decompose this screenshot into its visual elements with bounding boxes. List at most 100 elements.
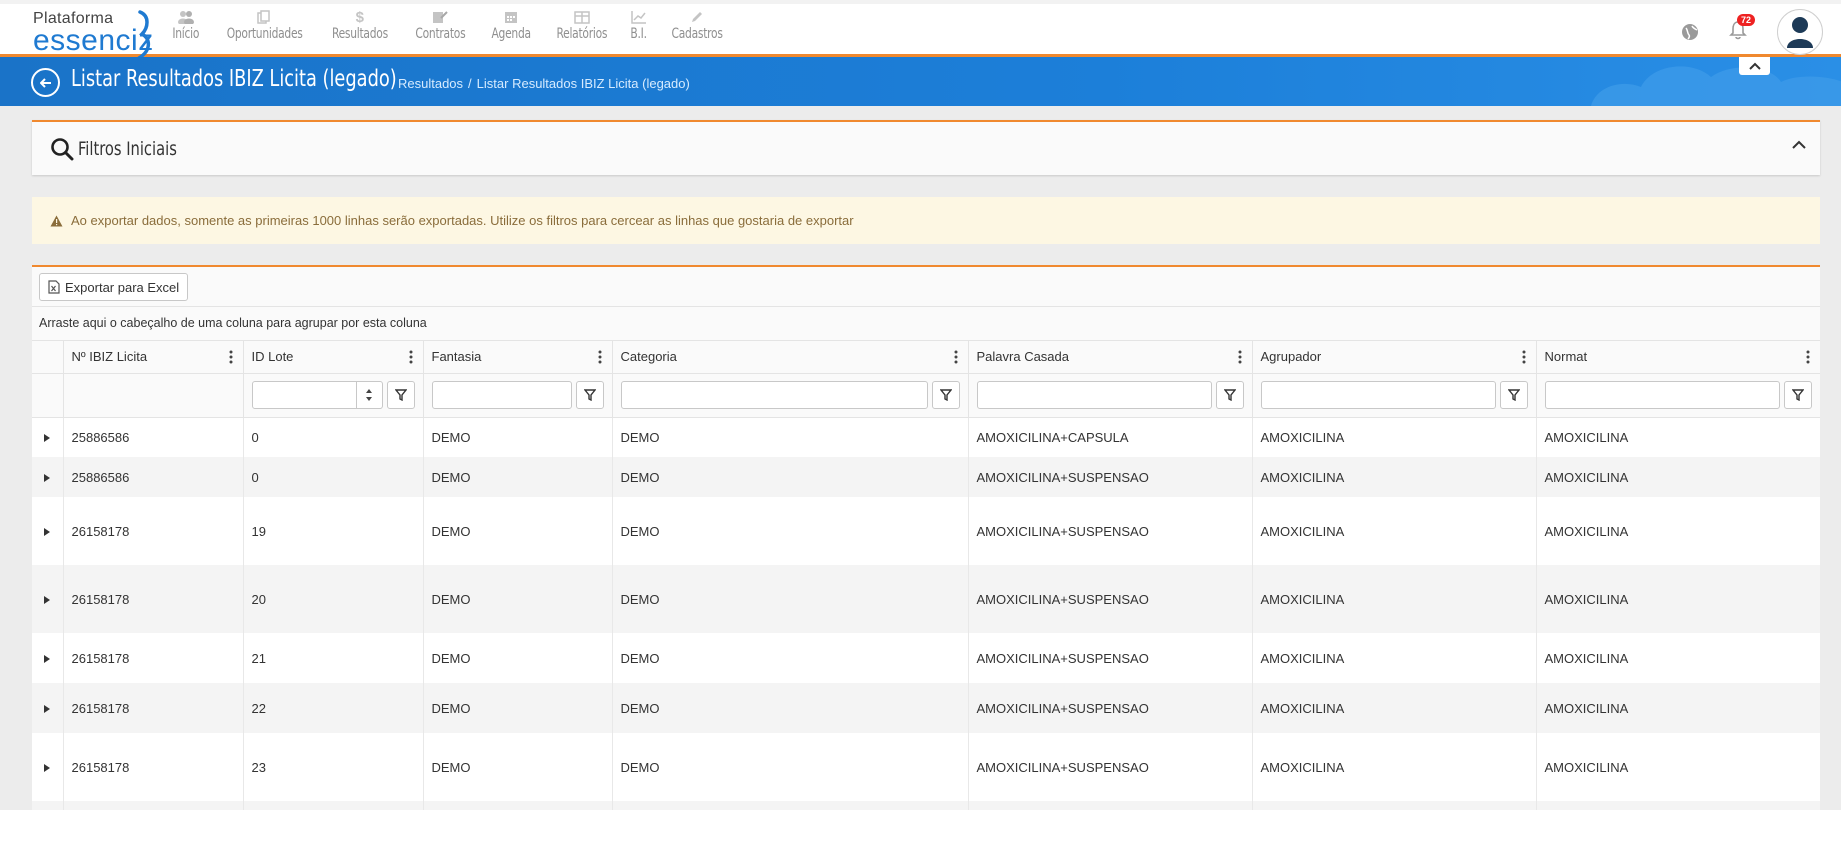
nav-item-oportunidades[interactable]: Oportunidades <box>220 8 309 42</box>
table-row[interactable]: 26158178 19 DEMO DEMO AMOXICILINA+SUSPENSAO A… <box>32 497 1820 565</box>
table-cell: AMOXICILINA <box>1252 417 1537 457</box>
number-spinner[interactable] <box>355 382 382 408</box>
table-cell: 23 <box>243 733 424 801</box>
table-row[interactable]: 25886586 0 DEMO DEMO AMOXICILINA+CAPSULA AMOX… <box>32 417 1820 457</box>
agrupador-filter-input[interactable] <box>1260 381 1496 409</box>
nav-label: Relatórios <box>556 26 608 42</box>
table-cell: DEMO <box>423 457 613 497</box>
palavra-casada-filter-input[interactable] <box>976 381 1212 409</box>
filter-button[interactable] <box>931 381 960 409</box>
table-row[interactable]: 26158178 23 DEMO DEMO AMOXICILINA+SUSPENSAO A… <box>32 733 1820 801</box>
nav-item-relatorios[interactable]: Relatórios <box>552 8 612 42</box>
filter-icon <box>583 389 596 401</box>
users-icon <box>177 11 194 24</box>
page-title: Listar Resultados IBIZ Licita (legado) <box>71 66 397 92</box>
table-cell: DEMO <box>423 683 613 733</box>
nav-item-cadastros[interactable]: Cadastros <box>667 8 727 42</box>
id-lote-filter-input[interactable] <box>251 381 383 409</box>
nav-item-contratos[interactable]: Contratos <box>411 8 470 42</box>
table-cell: AMOXICILINA+SUSPENSAO <box>968 457 1253 497</box>
nav-item-inicio[interactable]: Início <box>170 8 202 42</box>
fantasia-filter-input[interactable] <box>431 381 572 409</box>
column-header[interactable]: Palavra Casada <box>968 341 1253 374</box>
column-header-label: ID Lote <box>251 349 294 365</box>
filter-button[interactable] <box>1783 381 1812 409</box>
header-row: Nº IBIZ Licita ID Lote Fantasia Categori… <box>32 341 1820 374</box>
filter-panel-header[interactable]: Filtros Iniciais <box>50 137 193 161</box>
nav-item-resultados[interactable]: $ Resultados <box>327 8 393 43</box>
column-menu-icon[interactable] <box>229 350 233 364</box>
table-row[interactable]: 26158178 20 DEMO DEMO AMOXICILINA+SUSPENSAO A… <box>32 565 1820 633</box>
table-cell: DEMO <box>612 733 969 801</box>
table-cell: 26158178 <box>63 733 244 801</box>
group-panel[interactable]: Arraste aqui o cabeçalho de uma coluna p… <box>32 307 1820 341</box>
table-cell: AMOXICILINA+CAPSULA <box>968 417 1253 457</box>
table-cell <box>423 801 613 810</box>
table-cell: AMOXICILINA <box>1536 733 1820 801</box>
filter-button[interactable] <box>386 381 415 409</box>
filter-cell <box>612 373 969 418</box>
column-menu-icon[interactable] <box>598 350 602 364</box>
column-menu-icon[interactable] <box>409 350 413 364</box>
table-row[interactable]: 26158178 22 DEMO DEMO AMOXICILINA+SUSPENSAO A… <box>32 683 1820 733</box>
column-menu-icon[interactable] <box>954 350 958 364</box>
column-header-label: Agrupador <box>1260 349 1322 365</box>
chevron-up-icon[interactable] <box>1792 140 1806 150</box>
column-header[interactable]: Categoria <box>612 341 969 374</box>
column-header[interactable]: Agrupador <box>1252 341 1537 374</box>
filter-panel: Filtros Iniciais <box>32 120 1820 175</box>
notification-badge: 72 <box>1737 13 1756 26</box>
table-row[interactable]: 26158178 21 DEMO DEMO AMOXICILINA+SUSPENSAO A… <box>32 633 1820 683</box>
breadcrumb-resultados[interactable]: Resultados <box>398 76 463 91</box>
expand-row-button[interactable] <box>32 683 64 733</box>
nav-item-bi[interactable]: B.I. <box>629 8 648 42</box>
caret-right-icon <box>44 473 51 482</box>
notifications-button[interactable]: 72 <box>1729 13 1756 45</box>
table-cell: AMOXICILINA <box>1252 683 1537 733</box>
table-cell: AMOXICILINA+SUSPENSAO <box>968 733 1253 801</box>
filter-button[interactable] <box>1499 381 1528 409</box>
column-header[interactable]: Fantasia <box>423 341 613 374</box>
globe-icon[interactable] <box>1681 23 1699 41</box>
logo[interactable]: Plataforma essenciz <box>33 10 154 60</box>
expand-row-button[interactable] <box>32 497 64 565</box>
nav-item-agenda[interactable]: Agenda <box>488 8 534 42</box>
table-cell: DEMO <box>612 457 969 497</box>
table-row[interactable] <box>32 801 1820 810</box>
column-header[interactable]: ID Lote <box>243 341 424 374</box>
normat-filter-input[interactable] <box>1544 381 1780 409</box>
column-header[interactable]: Nº IBIZ Licita <box>63 341 244 374</box>
column-menu-icon[interactable] <box>1238 350 1242 364</box>
export-excel-button[interactable]: Exportar para Excel <box>39 273 189 301</box>
table-row[interactable]: 25886586 0 DEMO DEMO AMOXICILINA+SUSPENSAO AM… <box>32 457 1820 497</box>
results-table: Nº IBIZ Licita ID Lote Fantasia Categori… <box>32 341 1820 810</box>
filter-cell-empty <box>32 373 64 418</box>
excel-file-icon <box>48 280 60 294</box>
table-cell: AMOXICILINA <box>1252 497 1537 565</box>
caret-right-icon <box>44 654 51 663</box>
expand-row-button[interactable] <box>32 565 64 633</box>
search-icon <box>51 138 74 161</box>
document-pen-icon <box>433 11 448 23</box>
expand-row-button[interactable] <box>32 417 64 457</box>
table-cell: 20 <box>243 565 424 633</box>
table-cell <box>1252 801 1537 810</box>
column-menu-icon[interactable] <box>1522 350 1526 364</box>
column-menu-icon[interactable] <box>1806 350 1810 364</box>
collapse-header-button[interactable] <box>1739 57 1770 75</box>
table-cell: 21 <box>243 633 424 683</box>
expand-row-button[interactable] <box>32 733 64 801</box>
expand-row-button[interactable] <box>32 633 64 683</box>
filter-cell <box>423 373 613 418</box>
main-nav: Início Oportunidades $ Resultados Contra… <box>170 8 745 43</box>
back-button[interactable] <box>31 68 60 97</box>
expand-column-header <box>32 341 64 374</box>
avatar[interactable] <box>1777 9 1823 55</box>
table-cell <box>968 801 1253 810</box>
column-header[interactable]: Normat <box>1536 341 1820 374</box>
filter-button[interactable] <box>1215 381 1244 409</box>
table-cell: 26158178 <box>63 683 244 733</box>
expand-row-button[interactable] <box>32 457 64 497</box>
categoria-filter-input[interactable] <box>620 381 928 409</box>
filter-button[interactable] <box>575 381 604 409</box>
